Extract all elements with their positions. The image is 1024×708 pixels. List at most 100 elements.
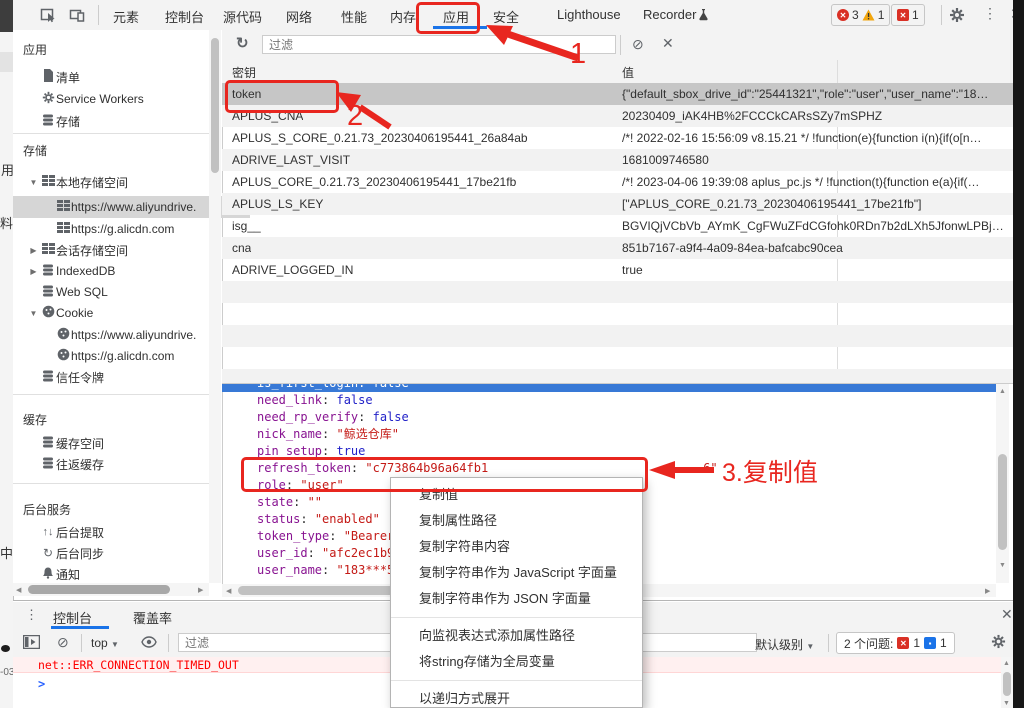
table-header: 密钥 值 — [222, 60, 1013, 84]
sidebar-item-storage-clear[interactable]: 存储 — [13, 110, 222, 132]
console-issues-badge[interactable]: 2 个问题: ✕ 1 ▪ 1 — [836, 632, 955, 654]
sidebar-item-background-sync[interactable]: ↻ 后台同步 — [13, 542, 222, 564]
tab-console[interactable]: 控制台 — [165, 7, 204, 26]
sidebar-item-label: https://g.alicdn.com — [71, 349, 174, 363]
sidebar-item-background-fetch[interactable]: ↑↓ 后台提取 — [13, 521, 222, 543]
json-line-selected[interactable]: is_first_login: false — [222, 384, 996, 392]
sidebar-item-cookies[interactable]: ▼ Cookie — [13, 302, 222, 324]
tab-sources[interactable]: 源代码 — [223, 7, 262, 26]
log-level-selector[interactable]: 默认级别 ▼ — [755, 636, 814, 653]
menu-item-copy-as-js-literal[interactable]: 复制字符串作为 JavaScript 字面量 — [391, 560, 642, 586]
table-row[interactable]: ADRIVE_LAST_VISIT 1681009746580 — [222, 149, 1013, 171]
tab-recorder[interactable]: Recorder — [643, 7, 696, 22]
drawer-tab-console[interactable]: 控制台 — [53, 608, 92, 627]
tab-elements[interactable]: 元素 — [113, 7, 139, 26]
sidebar-section-background-services: 后台服务 — [23, 501, 71, 517]
eye-icon[interactable] — [141, 636, 157, 651]
context-selector[interactable]: top ▼ — [91, 636, 119, 650]
tab-network[interactable]: 网络 — [286, 7, 312, 26]
scroll-down-icon[interactable]: ▼ — [999, 562, 1006, 569]
table-row-token[interactable]: token {"default_sbox_drive_id":"25441321… — [222, 83, 1013, 105]
table-row[interactable]: APLUS_S_CORE_0.21.73_20230406195441_26a8… — [222, 127, 1013, 149]
device-toolbar-icon[interactable] — [69, 7, 85, 26]
console-vscrollbar[interactable]: ▲ ▼ — [1001, 657, 1013, 708]
console-messages-badge[interactable]: ✕ 3 1 — [831, 4, 890, 26]
table-row[interactable]: isg__ BGVIQjVCbVb_AYmK_CgFWuZFdCGfohk0RD… — [222, 215, 1013, 237]
table-row[interactable]: cna 851b7167-a9f4-4a09-84ea-bafcabc90cea — [222, 237, 1013, 259]
scroll-down-icon[interactable]: ▼ — [1003, 700, 1010, 707]
clear-console-icon[interactable]: ⊘ — [57, 634, 69, 651]
sidebar-item-session-storage[interactable]: ▶ 会话存储空间 — [13, 239, 222, 261]
background-page-strip: 用 料 中 -03 — [0, 0, 13, 708]
sidebar-item-back-forward-cache[interactable]: 往返缓存 — [13, 453, 222, 475]
json-line[interactable]: pin_setup: true — [222, 443, 996, 460]
menu-item-store-as-global[interactable]: 将string存储为全局变量 — [391, 649, 642, 675]
sidebar-item-websql[interactable]: Web SQL — [13, 281, 222, 303]
tab-application[interactable]: 应用 — [443, 7, 469, 26]
scroll-right-icon[interactable]: ▶ — [198, 586, 203, 594]
json-line-refresh-token[interactable]: refresh_token: "c773864b96a64fb16" — [222, 460, 996, 477]
scrollbar-thumb[interactable] — [1003, 672, 1011, 696]
table-row[interactable]: APLUS_CORE_0.21.73_20230406195441_17be21… — [222, 171, 1013, 193]
sidebar-item-cache-storage[interactable]: 缓存空间 — [13, 432, 222, 454]
sidebar-item-label: 信任令牌 — [56, 369, 104, 386]
column-header-value[interactable]: 值 — [622, 64, 634, 81]
scrollbar-thumb[interactable] — [998, 454, 1007, 550]
sidebar-item-manifest[interactable]: 清单 — [13, 66, 222, 88]
warning-count: 1 — [878, 8, 885, 22]
scrollbar-thumb[interactable] — [28, 585, 170, 594]
scroll-up-icon[interactable]: ▲ — [1003, 660, 1010, 667]
cookie-icon — [55, 348, 71, 364]
json-line[interactable]: need_link: false — [222, 392, 996, 409]
sidebar-vscrollbar[interactable] — [209, 30, 221, 583]
sidebar-item-local-storage[interactable]: ▼ 本地存储空间 — [13, 171, 222, 193]
tab-performance[interactable]: 性能 — [341, 7, 367, 26]
settings-gear-icon[interactable] — [949, 7, 965, 26]
column-header-key[interactable]: 密钥 — [232, 64, 256, 81]
preview-vscrollbar[interactable]: ▲ ▼ — [996, 384, 1009, 583]
menu-item-copy-as-json-literal[interactable]: 复制字符串作为 JSON 字面量 — [391, 586, 642, 612]
clear-all-icon[interactable]: ⊘ — [632, 36, 644, 53]
console-settings-gear-icon[interactable] — [991, 634, 1006, 652]
table-row[interactable]: ADRIVE_LOGGED_IN true — [222, 259, 1013, 281]
scroll-left-icon[interactable]: ◀ — [16, 586, 21, 594]
table-row[interactable]: APLUS_LS_KEY ["APLUS_CORE_0.21.73_202304… — [222, 193, 1013, 215]
issue-icon: ✕ — [897, 9, 909, 21]
json-line[interactable]: nick_name: "鲸选仓库" — [222, 426, 996, 443]
close-drawer-icon[interactable]: ✕ — [1001, 606, 1013, 623]
sidebar-item-label: Web SQL — [56, 285, 108, 299]
menu-item-copy-value[interactable]: 复制值 — [391, 482, 642, 508]
storage-filter-input[interactable] — [262, 35, 616, 54]
chevron-down-icon[interactable]: ▼ — [27, 309, 40, 318]
chevron-right-icon[interactable]: ▶ — [27, 246, 40, 255]
issues-badge[interactable]: ✕ 1 — [891, 4, 925, 26]
console-prompt-chevron[interactable]: > — [38, 677, 45, 691]
menu-item-copy-property-path[interactable]: 复制属性路径 — [391, 508, 642, 534]
tab-lighthouse[interactable]: Lighthouse — [557, 7, 621, 22]
sidebar-item-service-workers[interactable]: Service Workers — [13, 88, 222, 110]
console-sidebar-toggle-icon[interactable] — [23, 635, 40, 652]
drawer-tab-coverage[interactable]: 覆盖率 — [133, 608, 172, 627]
json-line[interactable]: need_rp_verify: false — [222, 409, 996, 426]
tab-memory[interactable]: 内存 — [390, 7, 416, 26]
menu-item-expand-recursively[interactable]: 以递归方式展开 — [391, 686, 642, 708]
scroll-up-icon[interactable]: ▲ — [999, 388, 1006, 395]
inspect-element-icon[interactable] — [40, 7, 56, 26]
scroll-left-icon[interactable]: ◀ — [226, 587, 231, 595]
table-row[interactable]: APLUS_CNA 20230409_iAK4HB%2FCCCkCARsSZy7… — [222, 105, 1013, 127]
scroll-right-icon[interactable]: ▶ — [985, 587, 990, 595]
chevron-down-icon[interactable]: ▼ — [27, 178, 40, 187]
scrollbar-thumb[interactable] — [211, 38, 219, 173]
sidebar-item-trust-tokens[interactable]: 信任令牌 — [13, 366, 222, 388]
tab-security[interactable]: 安全 — [493, 7, 519, 26]
menu-item-copy-string-contents[interactable]: 复制字符串内容 — [391, 534, 642, 560]
kebab-menu-icon[interactable]: ⋮ — [25, 607, 38, 623]
sidebar-item-indexeddb[interactable]: ▶ IndexedDB — [13, 260, 222, 282]
menu-item-add-to-watch[interactable]: 向监视表达式添加属性路径 — [391, 623, 642, 649]
delete-selected-icon[interactable]: ✕ — [662, 35, 674, 52]
sidebar-hscrollbar[interactable]: ◀ ▶ — [13, 583, 209, 596]
chevron-right-icon[interactable]: ▶ — [27, 267, 40, 276]
refresh-icon[interactable]: ↻ — [236, 34, 249, 52]
kebab-menu-icon[interactable]: ⋮ — [983, 5, 997, 22]
sidebar-item-notifications[interactable]: 通知 — [13, 563, 222, 585]
